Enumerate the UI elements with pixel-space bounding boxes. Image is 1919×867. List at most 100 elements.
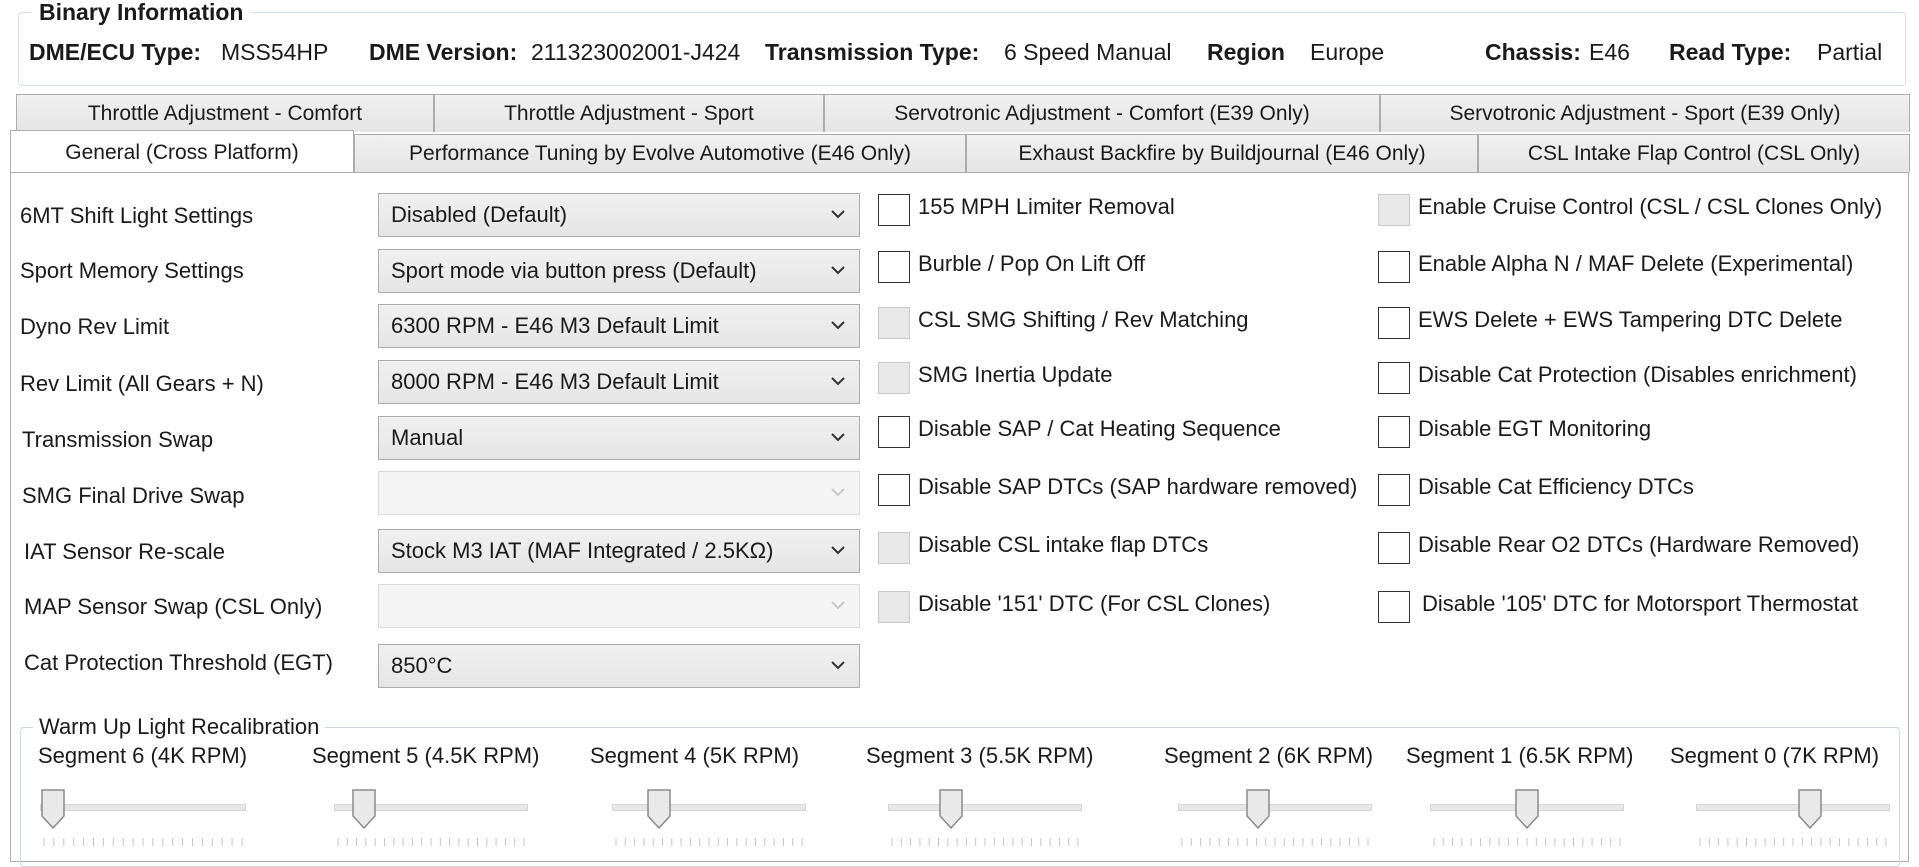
limiter-removal-label: 155 MPH Limiter Removal — [918, 194, 1175, 219]
dyno-rev-limit-value: 6300 RPM - E46 M3 Default Limit — [391, 313, 719, 338]
disable-csl-flap-dtcs-checkbox — [878, 532, 910, 564]
slider-thumb-icon[interactable] — [40, 788, 66, 830]
chevron-down-icon — [831, 417, 847, 459]
slider-thumb-icon[interactable] — [1797, 788, 1823, 830]
tab-throttle-sport[interactable]: Throttle Adjustment - Sport — [434, 94, 824, 132]
transmission-swap-value: Manual — [391, 425, 464, 450]
dme-ecu-type-value: MSS54HP — [221, 39, 329, 65]
burble-checkbox[interactable] — [878, 251, 910, 283]
disable-151-dtc-label: Disable '151' DTC (For CSL Clones) — [918, 591, 1271, 616]
disable-egt-monitoring-label: Disable EGT Monitoring — [1418, 416, 1652, 441]
slider-thumb-icon[interactable] — [1514, 788, 1540, 830]
disable-cat-protection-checkbox[interactable] — [1378, 362, 1410, 394]
slider-thumb-icon[interactable] — [1245, 788, 1271, 830]
ews-delete-label: EWS Delete + EWS Tampering DTC Delete — [1418, 307, 1843, 332]
disable-sap-dtcs-label: Disable SAP DTCs (SAP hardware removed) — [918, 474, 1358, 499]
transmission-type-value: 6 Speed Manual — [1004, 39, 1172, 65]
segment-0-slider-track[interactable] — [1696, 804, 1890, 811]
segment-1-slider-ticks — [1433, 838, 1621, 846]
csl-smg-shifting-checkbox — [878, 307, 910, 339]
dme-version-label: DME Version: — [369, 39, 518, 65]
chevron-down-icon — [831, 472, 847, 514]
transmission-swap-select[interactable]: Manual — [378, 416, 860, 460]
disable-rear-o2-checkbox[interactable] — [1378, 532, 1410, 564]
chevron-down-icon — [831, 585, 847, 627]
chassis-value: E46 — [1589, 39, 1630, 65]
segment-3-slider-track[interactable] — [888, 804, 1082, 811]
disable-sap-heating-label: Disable SAP / Cat Heating Sequence — [918, 416, 1281, 441]
segment-4-slider-ticks — [615, 838, 803, 846]
ews-delete-checkbox[interactable] — [1378, 307, 1410, 339]
disable-cat-efficiency-checkbox[interactable] — [1378, 474, 1410, 506]
binary-info-title: Binary Information — [31, 0, 252, 26]
disable-105-dtc-checkbox[interactable] — [1378, 591, 1410, 623]
region-label: Region — [1207, 39, 1285, 65]
disable-egt-monitoring-checkbox[interactable] — [1378, 416, 1410, 448]
dme-version-value: 211323002001-J424 — [531, 39, 741, 65]
segment-6-slider-ticks — [43, 838, 243, 846]
sport-memory-value: Sport mode via button press (Default) — [391, 258, 757, 283]
rev-limit-label: Rev Limit (All Gears + N) — [20, 371, 264, 396]
smg-inertia-label: SMG Inertia Update — [918, 362, 1113, 387]
dyno-rev-limit-select[interactable]: 6300 RPM - E46 M3 Default Limit — [378, 304, 860, 348]
iat-sensor-select[interactable]: Stock M3 IAT (MAF Integrated / 2.5KΩ) — [378, 529, 860, 573]
alpha-n-checkbox[interactable] — [1378, 251, 1410, 283]
segment-5-slider-ticks — [337, 838, 525, 846]
disable-sap-dtcs-checkbox[interactable] — [878, 474, 910, 506]
segment-2-label: Segment 2 (6K RPM) — [1164, 743, 1374, 768]
sport-memory-select[interactable]: Sport mode via button press (Default) — [378, 249, 860, 293]
limiter-removal-checkbox[interactable] — [878, 194, 910, 226]
disable-cat-protection-label: Disable Cat Protection (Disables enrichm… — [1418, 362, 1857, 387]
smg-final-drive-label: SMG Final Drive Swap — [22, 483, 245, 508]
tab-general[interactable]: General (Cross Platform) — [10, 130, 354, 172]
disable-151-dtc-checkbox — [878, 591, 910, 623]
map-sensor-select — [378, 584, 860, 628]
disable-cat-efficiency-label: Disable Cat Efficiency DTCs — [1418, 474, 1694, 499]
transmission-swap-label: Transmission Swap — [22, 427, 214, 452]
cat-protection-threshold-select[interactable]: 850°C — [378, 644, 860, 688]
segment-6-slider-track[interactable] — [40, 804, 246, 811]
shift-light-select[interactable]: Disabled (Default) — [378, 193, 860, 237]
segment-2-slider-ticks — [1181, 838, 1369, 846]
tab-exhaust-backfire[interactable]: Exhaust Backfire by Buildjournal (E46 On… — [966, 134, 1478, 172]
tab-performance-tuning[interactable]: Performance Tuning by Evolve Automotive … — [354, 134, 966, 172]
region-value: Europe — [1310, 39, 1385, 65]
chevron-down-icon — [831, 305, 847, 347]
segment-4-slider-track[interactable] — [612, 804, 806, 811]
chevron-down-icon — [831, 530, 847, 572]
disable-105-dtc-label: Disable '105' DTC for Motorsport Thermos… — [1422, 591, 1858, 616]
binary-info-group: Binary Information DME/ECU Type: MSS54HP… — [18, 0, 1906, 86]
segment-4-label: Segment 4 (5K RPM) — [590, 743, 800, 768]
slider-thumb-icon[interactable] — [938, 788, 964, 830]
tab-throttle-comfort[interactable]: Throttle Adjustment - Comfort — [16, 94, 434, 132]
tab-servotronic-sport[interactable]: Servotronic Adjustment - Sport (E39 Only… — [1380, 94, 1910, 132]
tab-row-bottom: General (Cross Platform) Performance Tun… — [0, 130, 1919, 172]
map-sensor-label: MAP Sensor Swap (CSL Only) — [24, 594, 323, 619]
disable-rear-o2-label: Disable Rear O2 DTCs (Hardware Removed) — [1418, 532, 1860, 557]
warm-up-title: Warm Up Light Recalibration — [33, 714, 326, 740]
slider-thumb-icon[interactable] — [646, 788, 672, 830]
rev-limit-select[interactable]: 8000 RPM - E46 M3 Default Limit — [378, 360, 860, 404]
alpha-n-label: Enable Alpha N / MAF Delete (Experimenta… — [1418, 251, 1854, 276]
disable-sap-heating-checkbox[interactable] — [878, 416, 910, 448]
cruise-control-label: Enable Cruise Control (CSL / CSL Clones … — [1418, 194, 1883, 219]
dyno-rev-limit-label: Dyno Rev Limit — [20, 314, 170, 339]
segment-0-slider-ticks — [1699, 838, 1887, 846]
burble-label: Burble / Pop On Lift Off — [918, 251, 1146, 276]
csl-smg-shifting-label: CSL SMG Shifting / Rev Matching — [918, 307, 1249, 332]
chevron-down-icon — [831, 250, 847, 292]
segment-0-label: Segment 0 (7K RPM) — [1670, 743, 1880, 768]
chevron-down-icon — [831, 194, 847, 236]
cruise-control-checkbox — [1378, 194, 1410, 226]
cat-protection-threshold-value: 850°C — [391, 653, 453, 678]
shift-light-label: 6MT Shift Light Settings — [20, 203, 254, 228]
segment-3-slider-ticks — [891, 838, 1079, 846]
tab-servotronic-comfort[interactable]: Servotronic Adjustment - Comfort (E39 On… — [824, 94, 1380, 132]
tab-csl-intake-flap[interactable]: CSL Intake Flap Control (CSL Only) — [1478, 134, 1910, 172]
segment-2-slider-track[interactable] — [1178, 804, 1372, 811]
segment-3-label: Segment 3 (5.5K RPM) — [866, 743, 1094, 768]
rev-limit-value: 8000 RPM - E46 M3 Default Limit — [391, 369, 719, 394]
smg-inertia-checkbox — [878, 362, 910, 394]
smg-final-drive-select — [378, 471, 860, 515]
slider-thumb-icon[interactable] — [351, 788, 377, 830]
